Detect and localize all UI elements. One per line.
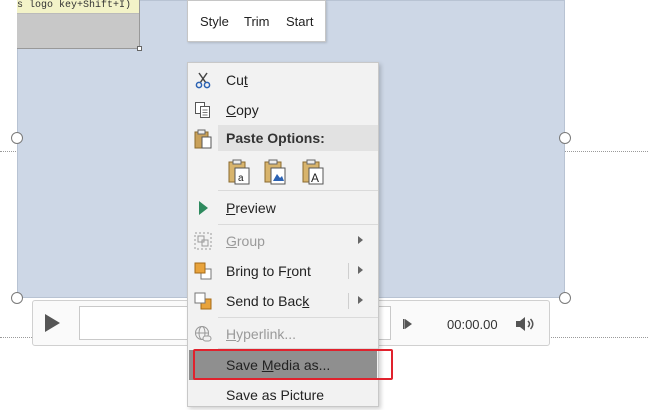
menu-item-bring-to-front[interactable]: Bring to Front: [188, 256, 378, 286]
menu-item-label: Preview: [226, 200, 276, 216]
send-to-back-icon: [194, 292, 212, 310]
menu-item-label: Bring to Front: [226, 263, 311, 279]
menu-separator: [218, 317, 378, 318]
menu-item-copy[interactable]: Copy: [188, 95, 378, 125]
style-button[interactable]: Style: [200, 14, 229, 29]
time-readout: 00:00.00: [447, 317, 498, 332]
submenu-arrow-icon[interactable]: [358, 296, 363, 304]
image-resize-handle[interactable]: [137, 46, 142, 51]
mini-toolbar: Style Trim Start: [187, 0, 326, 42]
copy-icon: [195, 102, 210, 118]
skip-forward-icon[interactable]: [403, 318, 415, 330]
menu-item-group[interactable]: Group: [188, 226, 378, 256]
menu-item-label: Send to Back: [226, 293, 310, 309]
paste-text-only-icon[interactable]: A: [302, 159, 324, 185]
resize-handle-bottom-left[interactable]: [11, 292, 23, 304]
menu-item-preview[interactable]: Preview: [188, 193, 378, 223]
bring-to-front-icon: [194, 262, 212, 280]
svg-text:A: A: [311, 171, 319, 185]
menu-item-label: Save as Picture: [226, 387, 325, 403]
clipboard-icon: [194, 129, 212, 149]
split-divider: [348, 293, 349, 309]
paste-keep-text-icon[interactable]: a: [228, 159, 250, 185]
menu-item-save-as-picture[interactable]: Save as Picture: [188, 380, 378, 410]
menu-item-cut[interactable]: Cut: [188, 65, 378, 95]
menu-item-label: Group: [226, 233, 265, 249]
submenu-arrow-icon: [358, 236, 363, 244]
play-triangle-icon: [199, 201, 208, 215]
menu-item-send-to-back[interactable]: Send to Back: [188, 286, 378, 316]
menu-separator: [218, 190, 378, 191]
embedded-image-caption: s logo key+Shift+I): [17, 0, 139, 14]
resize-handle-right[interactable]: [559, 132, 571, 144]
menu-item-label: Cut: [226, 72, 248, 88]
menu-item-hyperlink[interactable]: Hyperlink...: [188, 319, 378, 349]
volume-icon[interactable]: [515, 316, 537, 332]
play-icon[interactable]: [45, 314, 60, 332]
resize-handle-left[interactable]: [11, 132, 23, 144]
split-divider: [348, 263, 349, 279]
embedded-image[interactable]: s logo key+Shift+I): [17, 0, 140, 49]
menu-item-label: Copy: [226, 102, 259, 118]
paste-options-label: Paste Options:: [226, 130, 325, 146]
scissors-icon: [195, 72, 211, 89]
submenu-arrow-icon[interactable]: [358, 266, 363, 274]
menu-separator: [218, 224, 378, 225]
paste-options-header: Paste Options:: [218, 125, 378, 151]
globe-link-icon: [195, 326, 212, 342]
resize-handle-bottom-right[interactable]: [559, 292, 571, 304]
trim-button[interactable]: Trim: [244, 14, 270, 29]
group-icon: [194, 232, 212, 250]
menu-item-label: Hyperlink...: [226, 326, 297, 342]
start-button[interactable]: Start: [286, 14, 313, 29]
paste-picture-icon[interactable]: [264, 159, 286, 185]
highlight-outline: [193, 349, 393, 380]
svg-text:a: a: [238, 173, 244, 184]
